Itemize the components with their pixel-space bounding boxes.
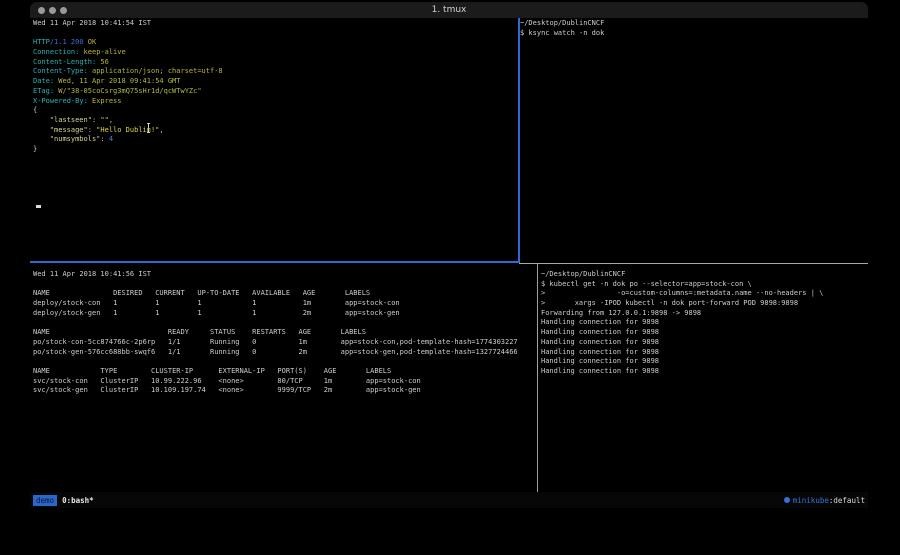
window-titlebar[interactable]: 1. tmux [30,2,868,18]
shell-line: Handling connection for 9898 [541,348,865,358]
http-header-line: ETag:W/"38-05coCsrg3mQ75sHr1d/qcWTwYZc" [33,87,517,97]
header-name: Connection: [33,48,79,56]
json-key: "numsymbols" [50,135,101,143]
shell-line: > xargs -IPOD kubectl -n dok port-forwar… [541,299,865,309]
table-row: deploy/stock-gen 1 1 1 1 2m app=stock-ge… [33,309,535,319]
json-comma: , [159,126,163,134]
json-value: "" [100,116,108,124]
shell-line: Handling connection for 9898 [541,318,865,328]
json-separator: : [100,135,108,143]
timestamp: Wed 11 Apr 2018 10:41:54 IST [33,19,517,29]
header-name: X-Powered-By: [33,97,88,105]
header-value: Express [88,97,122,105]
tmux-status-bar: demo 0:bash* minikube :default [30,492,868,508]
json-value: 4 [109,135,113,143]
terminal-window: 1. tmux Wed 11 Apr 2018 10:41:54 IST HTT… [30,2,868,508]
http-header-line: X-Powered-By:Express [33,97,517,107]
header-name: Date: [33,77,54,85]
shell-line: Handling connection for 9898 [541,328,865,338]
shell-line: > -o=custom-columns=:metadata.name --no-… [541,289,865,299]
table-row: deploy/stock-con 1 1 1 1 1m app=stock-co… [33,299,535,309]
mouse-ibeam-cursor [146,123,151,133]
pane-ksync[interactable]: ~/Desktop/DublinCNCF $ ksync watch -n do… [520,19,865,261]
header-name: Content-Type: [33,67,88,75]
http-status-line: HTTP/1.1 200OK [33,38,517,48]
kube-namespace: :default [829,496,865,505]
blank-line [33,357,535,367]
pane-divider-vertical-bottom[interactable] [537,264,538,492]
json-field-line: "lastseen": "", [33,116,517,126]
window-tab-label[interactable]: 0:bash* [62,496,94,505]
header-name: ETag: [33,87,54,95]
kube-context: minikube [793,496,829,505]
shell-line: ~/Desktop/DublinCNCF [541,270,865,280]
http-protocol: HTTP [33,38,50,46]
deployments-header-row: NAME DESIRED CURRENT UP-TO-DATE AVAILABL… [33,289,535,299]
pane-http-response[interactable]: Wed 11 Apr 2018 10:41:54 IST HTTP/1.1 20… [33,19,517,261]
table-row: svc/stock-gen ClusterIP 10.109.197.74 <n… [33,386,535,396]
table-row: po/stock-gen-576cc688bb-swqf6 1/1 Runnin… [33,348,535,358]
json-close-brace: } [33,145,517,155]
window-title: 1. tmux [30,5,868,15]
blank-line [33,318,535,328]
json-separator: : [88,126,96,134]
http-header-line: Content-Type:application/json; charset=u… [33,67,517,77]
table-row: po/stock-con-5cc874766c-2p6rp 1/1 Runnin… [33,338,535,348]
shell-line: Forwarding from 127.0.0.1:9898 -> 9898 [541,309,865,319]
pane-divider-horizontal-active[interactable] [30,261,520,263]
http-reason: OK [84,38,97,46]
status-left: demo 0:bash* [33,495,94,506]
http-header-line: Date:Wed, 11 Apr 2018 09:41:54 GMT [33,77,517,87]
shell-line: $ ksync watch -n dok [520,29,865,39]
status-right: minikube :default [784,496,865,505]
pane-divider-horizontal[interactable] [519,263,868,264]
json-key: "message" [50,126,88,134]
pane-port-forward[interactable]: ~/Desktop/DublinCNCF $ kubectl get -n do… [541,270,865,490]
shell-line: ~/Desktop/DublinCNCF [520,19,865,29]
shell-line: Handling connection for 9898 [541,367,865,377]
session-name-badge: demo [33,495,57,506]
json-field-line: "message": "Hello Dublin!", [33,126,517,136]
json-field-line: "numsymbols": 4 [33,135,517,145]
pane-kubectl-get[interactable]: Wed 11 Apr 2018 10:41:56 IST NAME DESIRE… [33,270,535,490]
http-header-line: Connection:keep-alive [33,48,517,58]
json-comma: , [109,116,113,124]
json-open-brace: { [33,106,517,116]
kubernetes-icon [784,497,790,503]
shell-line: $ kubectl get -n dok po --selector=app=s… [541,280,865,290]
blank-line [33,280,535,290]
http-version-code: /1.1 200 [50,38,84,46]
header-value: application/json; charset=utf-8 [88,67,223,75]
pods-header-row: NAME READY STATUS RESTARTS AGE LABELS [33,328,535,338]
shell-line: Handling connection for 9898 [541,338,865,348]
header-value: W/"38-05coCsrg3mQ75sHr1d/qcWTwYZc" [54,87,201,95]
timestamp: Wed 11 Apr 2018 10:41:56 IST [33,270,535,280]
header-value: Wed, 11 Apr 2018 09:41:54 GMT [54,77,180,85]
terminal-cursor [36,205,41,208]
header-value: 56 [96,58,109,66]
shell-line: Handling connection for 9898 [541,357,865,367]
json-key: "lastseen" [50,116,92,124]
http-header-line: Content-Length:56 [33,58,517,68]
header-value: keep-alive [79,48,125,56]
services-header-row: NAME TYPE CLUSTER-IP EXTERNAL-IP PORT(S)… [33,367,535,377]
screen: 1. tmux Wed 11 Apr 2018 10:41:54 IST HTT… [0,0,900,555]
table-row: svc/stock-con ClusterIP 10.99.222.96 <no… [33,377,535,387]
header-name: Content-Length: [33,58,96,66]
blank-line [33,29,517,39]
